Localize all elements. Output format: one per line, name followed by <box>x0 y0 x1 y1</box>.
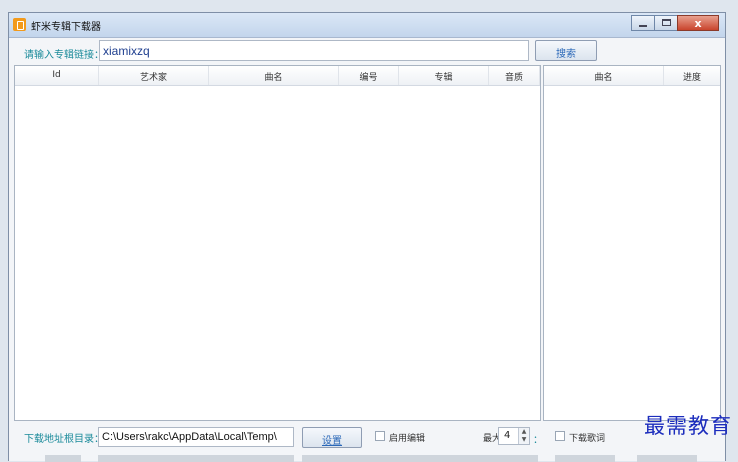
download-root-label: 下载地址根目录： <box>24 434 104 445</box>
column-header-artist[interactable]: 艺术家 <box>99 66 209 85</box>
stepper-arrows-icon[interactable]: ▲ ▼ <box>518 428 529 444</box>
minimize-button[interactable] <box>631 15 655 31</box>
column-header-album[interactable]: 专辑 <box>399 66 489 85</box>
thread-count-stepper[interactable]: 4 ▲ ▼ <box>498 427 530 445</box>
track-list[interactable]: Id 艺术家 曲名 编号 专辑 音质 <box>14 65 541 421</box>
app-window: 虾米专辑下载器 x 请输入专辑链接： xiamixzq 搜索 Id 艺术家 曲名… <box>8 12 726 462</box>
close-icon: x <box>694 17 702 30</box>
download-progress-list[interactable]: 曲名 进度 <box>543 65 721 421</box>
search-button[interactable]: 搜索 <box>535 40 597 61</box>
track-list-header: Id 艺术家 曲名 编号 专辑 音质 <box>15 66 540 86</box>
enable-edit-checkbox[interactable] <box>375 431 385 441</box>
enable-edit-label: 启用编辑 <box>389 434 426 444</box>
minimize-icon <box>639 25 647 27</box>
set-path-button[interactable]: 设置 <box>302 427 362 448</box>
progress-list-header: 曲名 进度 <box>544 66 720 86</box>
window-controls: x <box>631 15 719 32</box>
column-header-quality[interactable]: 音质 <box>489 66 540 85</box>
download-lyrics-label: 下载歌词 <box>569 434 606 444</box>
watermark-text: 最需教育 <box>644 414 732 438</box>
album-url-input[interactable]: xiamixzq <box>99 40 529 61</box>
title-bar[interactable]: 虾米专辑下载器 x <box>9 13 725 38</box>
window-title: 虾米专辑下载器 <box>31 22 101 33</box>
column-header-progress[interactable]: 进度 <box>664 66 720 85</box>
thread-count-value: 4 <box>504 430 511 441</box>
close-button[interactable]: x <box>677 15 719 31</box>
column-header-id[interactable]: Id <box>15 66 99 85</box>
column-header-track[interactable]: 曲名 <box>544 66 664 85</box>
app-icon <box>13 18 26 31</box>
download-lyrics-checkbox[interactable] <box>555 431 565 441</box>
album-url-label: 请输入专辑链接： <box>24 50 104 61</box>
thread-count-suffix: ： <box>533 435 543 446</box>
column-header-title[interactable]: 曲名 <box>209 66 339 85</box>
maximize-icon <box>662 19 671 26</box>
download-path-input[interactable]: C:\Users\rakc\AppData\Local\Temp\ <box>98 427 294 447</box>
maximize-button[interactable] <box>654 15 678 31</box>
column-header-number[interactable]: 编号 <box>339 66 399 85</box>
